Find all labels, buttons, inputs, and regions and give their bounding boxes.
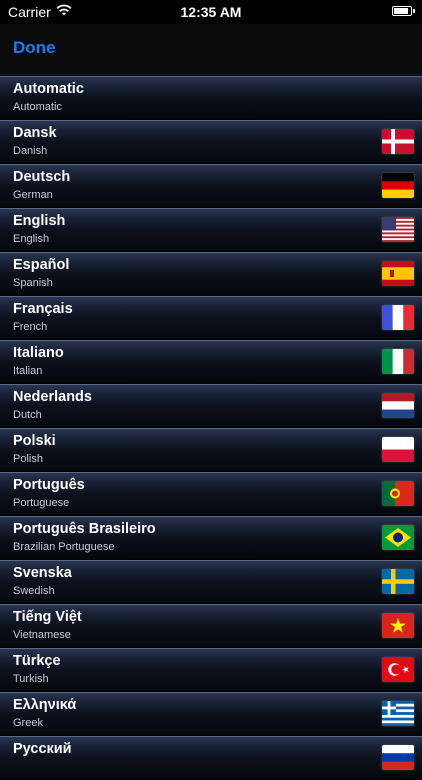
language-name: Svenska (13, 565, 72, 581)
language-name: Tiếng Việt (13, 609, 82, 625)
navigation-bar: Done (0, 24, 422, 75)
language-subtitle: German (13, 189, 53, 201)
language-name: Polski (13, 433, 56, 449)
language-subtitle: Turkish (13, 673, 49, 685)
done-button[interactable]: Done (13, 38, 56, 58)
brazil-flag-icon (382, 525, 414, 550)
language-name: English (13, 213, 66, 229)
language-name: Ελληνικά (13, 697, 77, 713)
language-row-ellinika[interactable]: Ελληνικά Greek (0, 692, 422, 736)
language-row-francais[interactable]: Français French (0, 296, 422, 340)
russia-flag-icon (382, 745, 414, 770)
language-name: Türkçe (13, 653, 61, 669)
language-row-portugues-brasileiro[interactable]: Português Brasileiro Brazilian Portugues… (0, 516, 422, 560)
language-row-turkce[interactable]: Türkçe Turkish (0, 648, 422, 692)
language-name: Русский (13, 741, 72, 757)
netherlands-flag-icon (382, 393, 414, 418)
sweden-flag-icon (382, 569, 414, 594)
language-name: Dansk (13, 125, 57, 141)
language-name: Español (13, 257, 70, 273)
language-row-italiano[interactable]: Italiano Italian (0, 340, 422, 384)
language-subtitle: Dutch (13, 409, 42, 421)
language-row-english[interactable]: English English (0, 208, 422, 252)
language-subtitle: French (13, 321, 48, 333)
greece-flag-icon (382, 701, 414, 726)
usa-flag-icon (382, 217, 414, 242)
language-subtitle: Automatic (13, 101, 62, 113)
language-row-deutsch[interactable]: Deutsch German (0, 164, 422, 208)
portugal-flag-icon (382, 481, 414, 506)
language-subtitle: Danish (13, 145, 48, 157)
language-subtitle: Swedish (13, 585, 55, 597)
language-name: Italiano (13, 345, 64, 361)
language-subtitle: Portuguese (13, 497, 70, 509)
denmark-flag-icon (382, 129, 414, 154)
language-subtitle: Greek (13, 717, 43, 729)
italy-flag-icon (382, 349, 414, 374)
vietnam-flag-icon (382, 613, 414, 638)
language-row-automatic[interactable]: Automatic Automatic (0, 76, 422, 120)
language-row-polski[interactable]: Polski Polish (0, 428, 422, 472)
language-subtitle: Italian (13, 365, 43, 377)
language-row-dansk[interactable]: Dansk Danish (0, 120, 422, 164)
language-row-nederlands[interactable]: Nederlands Dutch (0, 384, 422, 428)
battery-icon (392, 6, 415, 16)
language-name: Deutsch (13, 169, 71, 185)
language-subtitle: Spanish (13, 277, 53, 289)
language-row-portugues[interactable]: Português Portuguese (0, 472, 422, 516)
language-row-espanol[interactable]: Español Spanish (0, 252, 422, 296)
germany-flag-icon (382, 173, 414, 198)
spain-flag-icon (382, 261, 414, 286)
language-name: Português Brasileiro (13, 521, 156, 537)
turkey-flag-icon (382, 657, 414, 682)
poland-flag-icon (382, 437, 414, 462)
language-subtitle: Brazilian Portuguese (13, 541, 115, 553)
language-name: Português (13, 477, 85, 493)
clock: 12:35 AM (180, 4, 242, 20)
france-flag-icon (382, 305, 414, 330)
language-subtitle: Polish (13, 453, 43, 465)
language-name: Automatic (13, 81, 84, 97)
language-row-svenska[interactable]: Svenska Swedish (0, 560, 422, 604)
language-name: Nederlands (13, 389, 92, 405)
language-subtitle: Vietnamese (13, 629, 71, 641)
language-row-tieng-viet[interactable]: Tiếng Việt Vietnamese (0, 604, 422, 648)
language-list: Automatic Automatic Dansk Danish Deutsch… (0, 76, 422, 780)
language-subtitle: English (13, 233, 50, 245)
language-row-russkiy[interactable]: Русский (0, 736, 422, 780)
status-bar: Carrier 12:35 AM (0, 0, 422, 24)
language-name: Français (13, 301, 73, 317)
